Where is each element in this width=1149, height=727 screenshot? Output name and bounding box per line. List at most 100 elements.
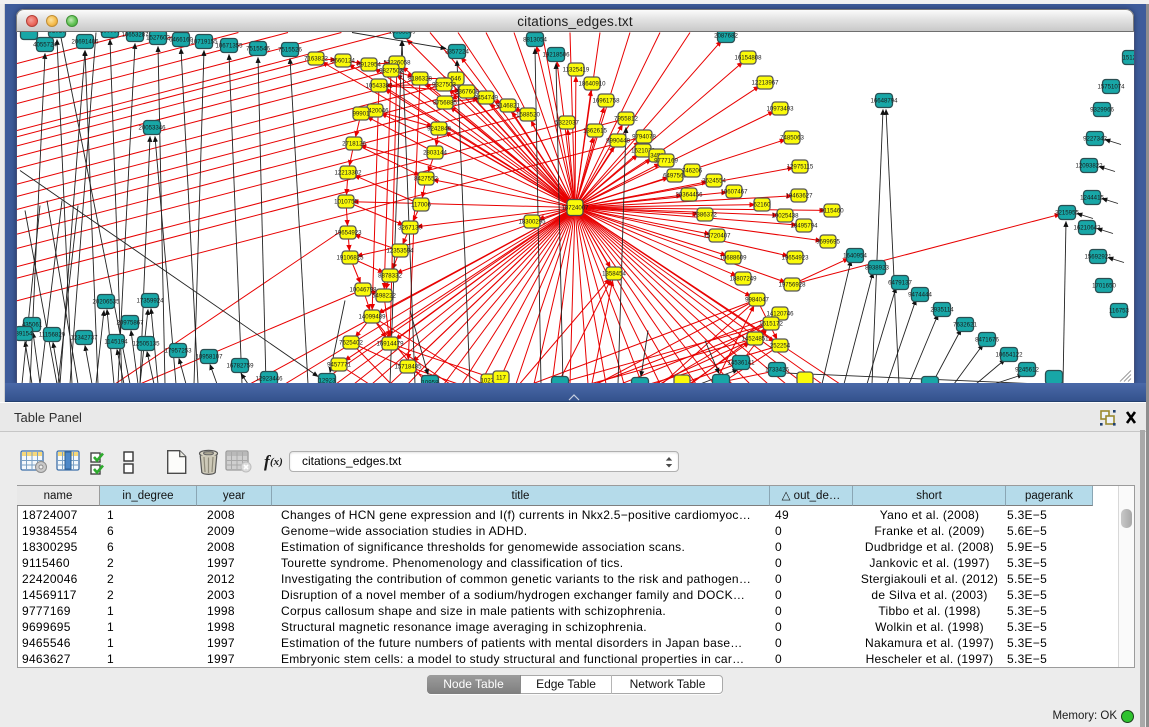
svg-text:7515546: 7515546 (246, 45, 270, 52)
svg-text:8756885: 8756885 (433, 99, 457, 106)
svg-text:7386372: 7386372 (693, 211, 717, 218)
svg-text:62160: 62160 (754, 201, 772, 208)
svg-text:16914479: 16914479 (376, 340, 404, 347)
svg-text:9777169: 9777169 (654, 157, 678, 164)
svg-text:12213302: 12213302 (334, 169, 362, 176)
svg-text:18724007: 18724007 (561, 204, 589, 211)
svg-text:1640954: 1640954 (843, 252, 867, 259)
svg-text:20053346: 20053346 (138, 124, 166, 131)
svg-text:7632621: 7632621 (953, 321, 977, 328)
svg-text:9245612: 9245612 (1015, 366, 1039, 373)
svg-text:16782759: 16782759 (226, 362, 254, 369)
svg-text:15720407: 15720407 (703, 232, 731, 239)
svg-text:16648794: 16648794 (870, 97, 898, 104)
svg-text:17957253: 17957253 (164, 347, 192, 354)
svg-text:3357224: 3357224 (445, 48, 469, 55)
svg-text:116753: 116753 (1109, 307, 1129, 314)
svg-text:9984047: 9984047 (745, 296, 769, 303)
svg-text:1145194: 1145194 (104, 338, 128, 345)
svg-text:3624554: 3624554 (702, 177, 726, 184)
svg-text:19463627: 19463627 (785, 192, 813, 199)
svg-text:8454749: 8454749 (474, 94, 498, 101)
svg-text:39154: 39154 (17, 330, 33, 337)
svg-text:8660124: 8660124 (331, 57, 355, 64)
svg-text:746206: 746206 (682, 167, 703, 174)
svg-text:20206535: 20206535 (92, 298, 120, 305)
svg-text:11325419: 11325419 (563, 66, 590, 73)
svg-text:10688609: 10688609 (719, 254, 747, 261)
svg-text:8427552: 8427552 (414, 175, 438, 182)
svg-text:14536141: 14536141 (727, 359, 755, 366)
svg-text:16961758: 16961758 (592, 97, 620, 104)
svg-text:8813054: 8813054 (523, 36, 547, 43)
svg-text:10719155: 10719155 (190, 38, 218, 45)
svg-text:8471676: 8471676 (975, 336, 999, 343)
svg-text:9227342: 9227342 (1083, 135, 1107, 142)
svg-text:3215955: 3215955 (1055, 209, 1079, 216)
svg-text:14099489: 14099489 (358, 313, 386, 320)
svg-text:1358454: 1358454 (602, 270, 626, 277)
svg-text:9794078: 9794078 (632, 133, 656, 140)
svg-text:1527602: 1527602 (146, 34, 170, 41)
svg-text:19106825: 19106825 (336, 254, 364, 261)
svg-text:(x): (x) (270, 456, 283, 468)
svg-text:1244415: 1244415 (1080, 194, 1104, 201)
svg-text:2087682: 2087682 (714, 32, 738, 39)
svg-text:10973493: 10973493 (766, 105, 794, 112)
svg-text:3267130: 3267130 (398, 224, 422, 231)
svg-text:9115460: 9115460 (820, 207, 844, 214)
svg-text:19218506: 19218506 (542, 51, 570, 58)
svg-text:8912954: 8912954 (357, 61, 381, 68)
svg-text:9699695: 9699695 (816, 238, 840, 245)
svg-text:1010755: 1010755 (334, 198, 358, 205)
svg-text:12353594: 12353594 (386, 247, 414, 254)
svg-text:1701650: 1701650 (1092, 282, 1116, 289)
svg-text:7955812: 7955812 (614, 115, 638, 122)
svg-text:7485063: 7485063 (780, 134, 804, 141)
svg-text:2803144: 2803144 (423, 149, 447, 156)
svg-text:18300295: 18300295 (518, 218, 546, 225)
svg-text:4055724: 4055724 (33, 41, 57, 48)
svg-text:10958107: 10958107 (195, 353, 223, 360)
svg-text:17359924: 17359924 (136, 297, 164, 304)
svg-text:1362615: 1362615 (583, 127, 607, 134)
svg-text:99901: 99901 (353, 110, 371, 117)
svg-text:10025438: 10025438 (771, 212, 799, 219)
svg-text:20975867: 20975867 (116, 319, 144, 326)
svg-text:2718126: 2718126 (342, 140, 366, 147)
svg-text:12093822: 12093822 (1075, 162, 1103, 169)
svg-text:9457771: 9457771 (327, 361, 351, 368)
svg-text:20691406: 20691406 (71, 38, 99, 45)
svg-text:117: 117 (496, 374, 506, 381)
svg-text:9827503: 9827503 (379, 67, 403, 74)
svg-text:6479137: 6479137 (888, 279, 912, 286)
svg-text:9146821: 9146821 (496, 102, 520, 109)
svg-text:8878332: 8878332 (378, 272, 402, 279)
svg-text:20364456: 20364456 (675, 191, 703, 198)
svg-text:10033809: 10033809 (388, 32, 416, 36)
svg-text:252254: 252254 (770, 342, 791, 349)
svg-text:19654923: 19654923 (781, 254, 809, 261)
svg-text:10607467: 10607467 (720, 188, 748, 195)
svg-text:14524851: 14524851 (741, 335, 769, 342)
svg-text:12923446: 12923446 (255, 375, 283, 382)
svg-text:7163822: 7163822 (304, 55, 328, 62)
svg-text:7625402: 7625402 (339, 339, 363, 346)
svg-text:2935114: 2935114 (930, 306, 954, 313)
svg-text:18807249: 18807249 (729, 275, 757, 282)
svg-text:15692921: 15692921 (1084, 253, 1112, 260)
svg-text:16154808: 16154808 (734, 54, 762, 61)
svg-text:8186328: 8186328 (408, 75, 432, 82)
svg-text:8938923: 8938923 (865, 264, 889, 271)
svg-text:12342737: 12342737 (70, 334, 98, 341)
svg-text:10653287: 10653287 (121, 32, 149, 39)
svg-text:1615172: 1615172 (759, 320, 783, 327)
svg-text:12505135: 12505135 (132, 340, 160, 347)
svg-text:15751074: 15751074 (1097, 83, 1125, 90)
svg-text:9329966: 9329966 (1090, 106, 1114, 113)
svg-text:8990448: 8990448 (606, 137, 630, 144)
svg-text:10543382: 10543382 (365, 82, 393, 89)
svg-text:11156829: 11156829 (39, 331, 66, 338)
svg-text:12975115: 12975115 (787, 163, 814, 170)
svg-text:18640910: 18640910 (578, 80, 606, 87)
